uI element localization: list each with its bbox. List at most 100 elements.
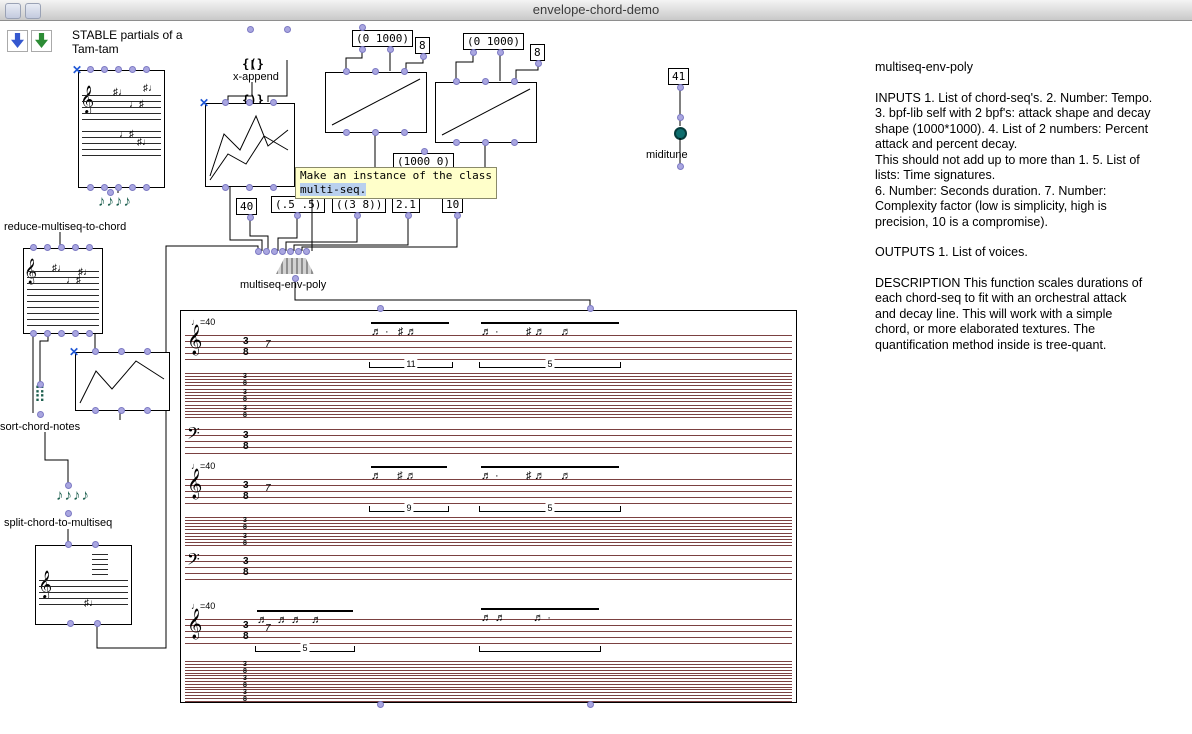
connection-port[interactable]	[292, 275, 299, 282]
connection-port[interactable]	[343, 129, 350, 136]
connection-port[interactable]	[454, 212, 461, 219]
connection-port[interactable]	[677, 114, 684, 121]
rest-glyph: 7	[265, 483, 271, 494]
connection-port[interactable]	[72, 244, 79, 251]
connection-port[interactable]	[37, 381, 44, 388]
connection-port[interactable]	[246, 99, 253, 106]
connection-port[interactable]	[92, 348, 99, 355]
connection-port[interactable]	[65, 541, 72, 548]
connection-port[interactable]	[144, 348, 151, 355]
connection-port[interactable]	[30, 330, 37, 337]
connection-port[interactable]	[246, 184, 253, 191]
connection-port[interactable]	[303, 248, 310, 255]
connection-port[interactable]	[535, 60, 542, 67]
chord-seq-box-tamtam[interactable]: 𝄞 ♯♩ ♩♯ ♯♩ ♩♯ ♯♩	[78, 70, 165, 188]
connection-port[interactable]	[271, 248, 278, 255]
connection-port[interactable]	[44, 330, 51, 337]
lock-x-icon[interactable]: ✕	[199, 97, 209, 109]
narrow-staff: 3 8	[185, 389, 792, 402]
connection-port[interactable]	[255, 248, 262, 255]
connection-port[interactable]	[92, 541, 99, 548]
connection-port[interactable]	[58, 330, 65, 337]
connection-port[interactable]	[37, 411, 44, 418]
connection-port[interactable]	[421, 148, 428, 155]
connection-port[interactable]	[587, 701, 594, 708]
connection-port[interactable]	[92, 407, 99, 414]
connection-port[interactable]	[115, 184, 122, 191]
connection-port[interactable]	[511, 139, 518, 146]
connection-port[interactable]	[295, 248, 302, 255]
connection-port[interactable]	[482, 78, 489, 85]
connection-port[interactable]	[118, 348, 125, 355]
note-group: ♬· ♯♬	[371, 322, 449, 338]
treble-clef-icon: 𝄞	[187, 611, 202, 637]
connection-port[interactable]	[587, 305, 594, 312]
connection-port[interactable]	[401, 129, 408, 136]
bpf-decay-box[interactable]	[435, 82, 537, 143]
connection-port[interactable]	[72, 330, 79, 337]
connection-port[interactable]	[67, 620, 74, 627]
chord-seq-box-split[interactable]: 𝄞 ♯♩	[35, 545, 132, 625]
connection-port[interactable]	[65, 510, 72, 517]
connection-port[interactable]	[101, 66, 108, 73]
connection-port[interactable]	[87, 184, 94, 191]
multiseq-score-editor[interactable]: ♩=40 𝄞 3 8 7 ♬· ♯♬ 11 ♬· ♯♬ ♬ 5 3 8 3 8 …	[180, 310, 797, 703]
connection-port[interactable]	[30, 244, 37, 251]
connection-port[interactable]	[86, 330, 93, 337]
note-cluster: ♯♩	[52, 263, 67, 274]
patch-window: STABLE partials of a Tam-tam 𝄞 ♯♩ ♩♯ ♯♩ …	[0, 0, 1192, 734]
connection-port[interactable]	[87, 66, 94, 73]
connection-port[interactable]	[247, 214, 254, 221]
connection-port[interactable]	[294, 212, 301, 219]
connection-port[interactable]	[115, 66, 122, 73]
connection-port[interactable]	[143, 184, 150, 191]
connection-port[interactable]	[359, 46, 366, 53]
connection-port[interactable]	[222, 99, 229, 106]
connection-port[interactable]	[287, 248, 294, 255]
connection-port[interactable]	[372, 68, 379, 75]
connection-port[interactable]	[144, 407, 151, 414]
connection-port[interactable]	[377, 305, 384, 312]
connection-port[interactable]	[270, 184, 277, 191]
connection-port[interactable]	[118, 407, 125, 414]
connection-port[interactable]	[44, 244, 51, 251]
connection-port[interactable]	[387, 46, 394, 53]
bpf-attack-box[interactable]	[325, 72, 427, 133]
connection-port[interactable]	[401, 68, 408, 75]
connection-port[interactable]	[65, 482, 72, 489]
connection-port[interactable]	[677, 84, 684, 91]
ledger-line	[92, 554, 108, 555]
connection-port[interactable]	[129, 184, 136, 191]
connection-port[interactable]	[279, 248, 286, 255]
connection-port[interactable]	[58, 244, 65, 251]
connection-port[interactable]	[343, 68, 350, 75]
connection-port[interactable]	[372, 129, 379, 136]
connection-port[interactable]	[405, 212, 412, 219]
connection-port[interactable]	[453, 78, 460, 85]
connection-port[interactable]	[354, 212, 361, 219]
connection-port[interactable]	[222, 184, 229, 191]
connection-port[interactable]	[453, 139, 460, 146]
multi-seq-factory-box[interactable]	[205, 103, 295, 187]
connection-port[interactable]	[247, 26, 254, 33]
connection-port[interactable]	[677, 163, 684, 170]
connection-port[interactable]	[86, 244, 93, 251]
connection-port[interactable]	[263, 248, 270, 255]
lock-x-icon[interactable]: ✕	[72, 64, 82, 76]
connection-port[interactable]	[143, 66, 150, 73]
connection-port[interactable]	[284, 26, 291, 33]
connection-port[interactable]	[129, 66, 136, 73]
connection-port[interactable]	[359, 24, 366, 31]
connection-port[interactable]	[377, 701, 384, 708]
connection-port[interactable]	[270, 99, 277, 106]
connection-port[interactable]	[497, 49, 504, 56]
bpf-box[interactable]	[75, 352, 170, 411]
lock-x-icon[interactable]: ✕	[69, 346, 79, 358]
connection-port[interactable]	[107, 189, 114, 196]
connection-port[interactable]	[420, 53, 427, 60]
connection-port[interactable]	[511, 78, 518, 85]
chord-seq-box-reduced[interactable]: 𝄞 ♯♩ ♩♯ ♯♩	[23, 248, 103, 334]
connection-port[interactable]	[470, 49, 477, 56]
connection-port[interactable]	[94, 620, 101, 627]
connection-port[interactable]	[482, 139, 489, 146]
